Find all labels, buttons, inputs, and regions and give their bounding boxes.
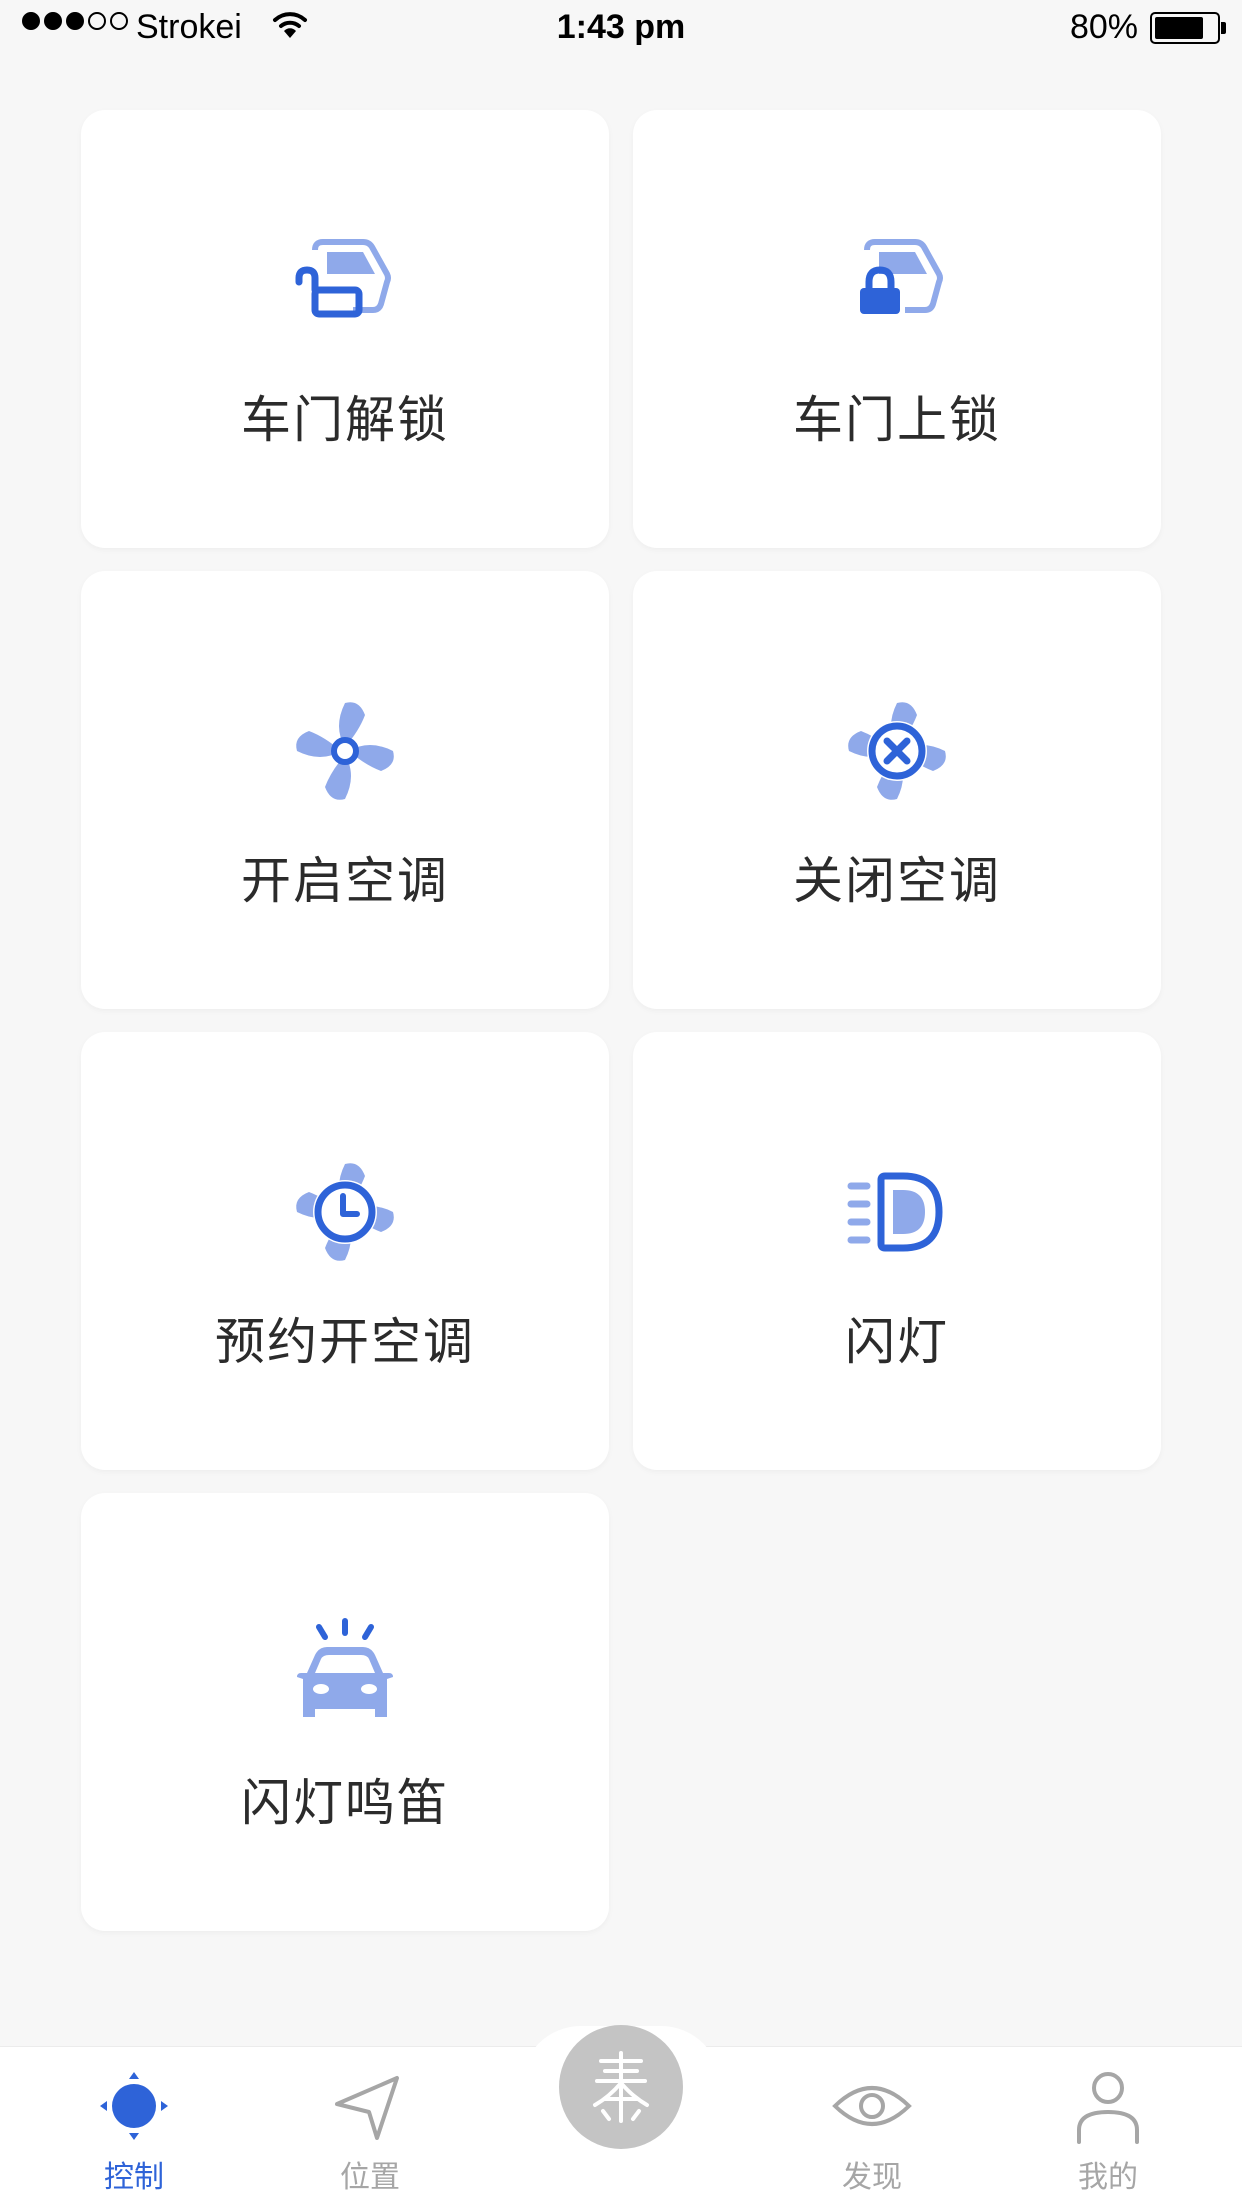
door-unlock-icon xyxy=(275,220,415,360)
eye-icon xyxy=(827,2066,917,2146)
ac-schedule-label: 预约开空调 xyxy=(215,1313,475,1371)
car-horn-icon xyxy=(275,1603,415,1743)
flash-lights-button[interactable]: 闪灯 xyxy=(633,1032,1161,1470)
control-icon xyxy=(89,2066,179,2146)
headlight-icon xyxy=(827,1142,967,1282)
door-lock-icon xyxy=(827,220,967,360)
door-unlock-button[interactable]: 车门解锁 xyxy=(81,110,609,548)
tab-discover[interactable]: 发现 xyxy=(792,2066,952,2204)
door-unlock-label: 车门解锁 xyxy=(241,391,449,449)
ac-on-icon xyxy=(275,681,415,821)
tab-profile-label: 我的 xyxy=(1078,2160,1138,2195)
battery-percent: 80% xyxy=(1069,8,1138,46)
flash-and-honk-label: 闪灯鸣笛 xyxy=(241,1774,449,1832)
tab-profile[interactable]: 我的 xyxy=(1028,2066,1188,2204)
tab-discover-label: 发现 xyxy=(842,2160,902,2195)
ac-schedule-icon xyxy=(275,1142,415,1282)
door-lock-label: 车门上锁 xyxy=(793,391,1001,449)
clock-time: 1:43 pm xyxy=(556,8,686,46)
ac-on-label: 开启空调 xyxy=(241,852,449,910)
ac-on-button[interactable]: 开启空调 xyxy=(81,571,609,1009)
tab-control-label: 控制 xyxy=(104,2160,164,2195)
ac-off-button[interactable]: 关闭空调 xyxy=(633,571,1161,1009)
battery-icon xyxy=(1150,12,1226,44)
flash-and-honk-button[interactable]: 闪灯鸣笛 xyxy=(81,1493,609,1931)
profile-icon xyxy=(1063,2066,1153,2146)
tab-control[interactable]: 控制 xyxy=(54,2066,214,2204)
ac-off-label: 关闭空调 xyxy=(793,852,1001,910)
qin-logo-button[interactable] xyxy=(559,2025,683,2149)
tab-location-label: 位置 xyxy=(340,2160,400,2195)
status-bar: Strokei 1:43 pm 80% xyxy=(0,0,1242,56)
ac-schedule-button[interactable]: 预约开空调 xyxy=(81,1032,609,1470)
flash-lights-label: 闪灯 xyxy=(845,1313,949,1371)
qin-logo-icon xyxy=(593,2051,649,2123)
location-arrow-icon xyxy=(325,2066,415,2146)
tab-location[interactable]: 位置 xyxy=(290,2066,450,2204)
ac-off-icon xyxy=(827,681,967,821)
door-lock-button[interactable]: 车门上锁 xyxy=(633,110,1161,548)
